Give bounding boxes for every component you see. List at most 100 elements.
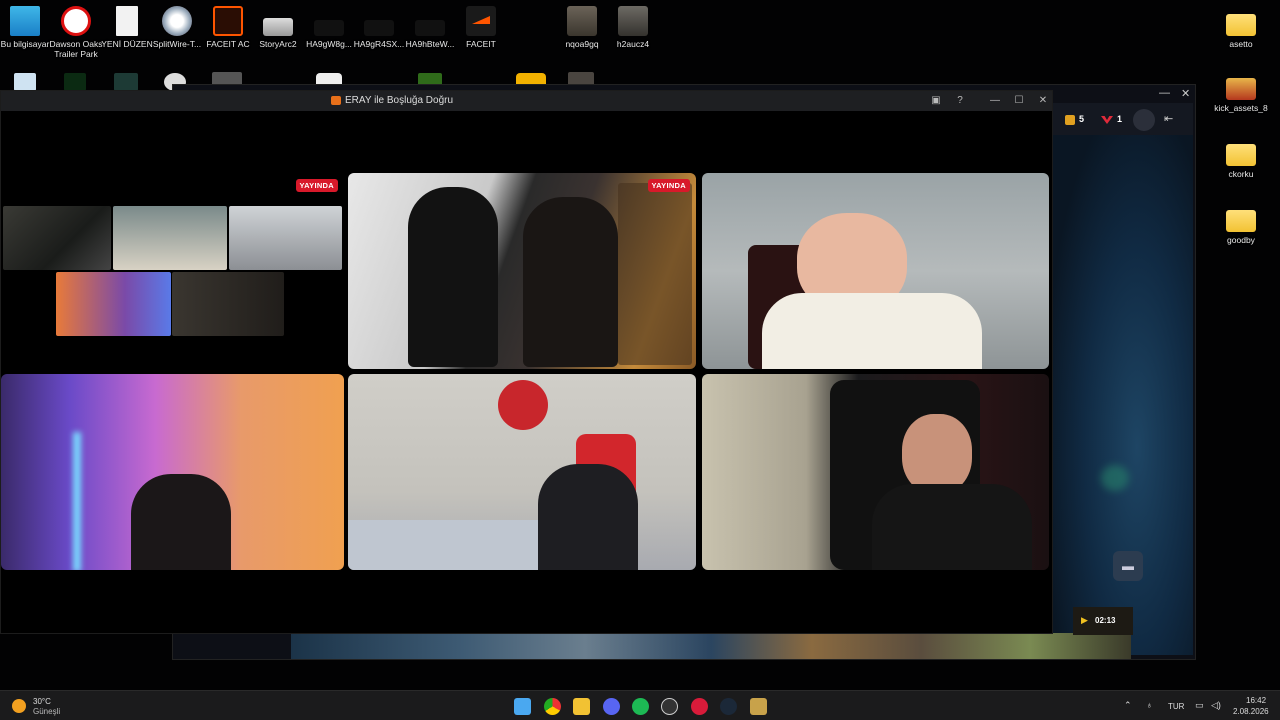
steam-icon[interactable] [720,698,737,715]
desktop-icon-ha9hbtew[interactable]: HA9hBteW... [402,6,458,49]
stage-window[interactable]: ERAY ile Boşluğa Doğru ▣ ? — ☐ ✕ YAYINDA… [0,90,1053,634]
video-tile-webcam-3[interactable] [348,374,696,570]
folder-icon [1226,14,1256,36]
video-timer[interactable]: ▶ 02:13 [1073,607,1133,635]
person [131,474,231,570]
recycle-bin-icon[interactable] [14,73,36,91]
desktop-icon-splitwire[interactable]: SplitWire-T... [149,6,205,49]
desktop-folder-kick-assets[interactable]: kick_assets_8 [1213,72,1269,113]
collapse-icon[interactable]: ⇤ [1164,112,1173,125]
video-tile-webcam-2[interactable] [1,374,344,570]
desktop-icon-this-pc[interactable]: Bu bilgisayar [0,6,53,49]
app-logo-icon [331,96,341,105]
viewers-icon [1065,115,1075,125]
sub-video-3 [229,206,342,270]
file-explorer-icon[interactable] [573,698,590,715]
spotify-icon[interactable] [632,698,649,715]
sub-video-2 [113,206,227,270]
weather-temp[interactable]: 30°C [33,697,51,706]
person [538,464,638,570]
photo-icon [618,6,648,36]
desktop: Bu bilgisayar Dawson Oaks Trailer Park Y… [0,0,1280,690]
clock-date[interactable]: 2.08.2026 [1233,707,1269,716]
desktop-icon-faceit-ac[interactable]: FACEIT AC [200,6,256,49]
minimize-button[interactable]: — [987,93,1003,109]
folder-icon [1226,78,1256,100]
video-tile-game-stream[interactable]: YAYINDA [348,173,696,369]
faceit-ac-icon [213,6,243,36]
image-file-icon [364,20,394,36]
soldier-silhouette [523,197,618,367]
folder-icon [1226,210,1256,232]
monitor-icon [10,6,40,36]
person-shirt [762,293,982,369]
windows-start-icon[interactable] [514,698,531,715]
sub-video-5 [172,272,284,336]
image-file-icon [314,20,344,36]
close-icon[interactable]: ✕ [1181,87,1190,100]
viewer-count: 5 [1079,114,1085,124]
weather-desc[interactable]: Güneşli [33,707,60,716]
minimize-icon[interactable]: — [1159,87,1170,99]
network-icon[interactable]: ▭ [1195,700,1204,711]
photo-icon [567,6,597,36]
close-button[interactable]: ✕ [1035,93,1051,109]
desktop-icon-nqoa9gq[interactable]: nqoa9gq [554,6,610,49]
chat-overlay [618,183,692,365]
inbox-icon[interactable]: ▣ [928,93,944,109]
obs-icon[interactable] [661,698,678,715]
sub-video-1 [3,206,111,270]
stream-preview-panel: ▬ [1053,135,1193,655]
desktop-folder-goodby[interactable]: goodby [1213,204,1269,245]
image-file-icon [263,18,293,36]
volume-icon[interactable]: ◁) [1211,700,1221,711]
person-shirt [872,484,1032,570]
app-icon[interactable] [114,73,138,91]
bed [348,520,538,570]
app-icon[interactable] [64,73,86,91]
maximize-button[interactable]: ☐ [1011,93,1027,109]
media-strip [291,633,1131,659]
clock-time[interactable]: 16:42 [1246,696,1266,705]
video-tile-webcam-4[interactable] [702,374,1049,570]
desktop-icon-dawson-oaks[interactable]: Dawson Oaks Trailer Park [48,6,104,59]
sub-video-4 [56,272,171,336]
desktop-icon-ha9gr4sx[interactable]: HA9gR4SX... [351,6,407,49]
live-badge: YAYINDA [295,179,338,192]
sun-icon [12,699,26,713]
video-tile-webcam-1[interactable] [702,173,1049,369]
help-icon[interactable]: ? [952,93,968,109]
desktop-folder-asetto[interactable]: asetto [1213,8,1269,49]
person [902,414,972,494]
globe-icon [162,6,192,36]
desktop-icon-ha9gw8g[interactable]: HA9gW8g... [301,6,357,49]
taskbar: 30°C Güneşli ⌃ ♁ TUR ▭ ◁) 16:42 2.08.202… [0,690,1280,720]
desktop-icon-faceit[interactable]: FACEIT [453,6,509,49]
soldier-silhouette [408,187,498,367]
league-icon[interactable] [750,698,767,715]
desktop-icon-storyarc2[interactable]: StoryArc2 [250,6,306,49]
desktop-icon-h2aucz4[interactable]: h2aucz4 [605,6,661,49]
microphone-icon[interactable]: ♁ [1146,700,1153,710]
profile-avatar-icon[interactable] [1133,109,1155,131]
window-title: ERAY ile Boşluğa Doğru [345,95,454,106]
app-red-icon[interactable] [691,698,708,715]
faceit-icon [466,6,496,36]
discord-icon[interactable] [603,698,620,715]
video-tile-grid-stream[interactable]: YAYINDA [1,173,344,369]
sub-count: 1 [1117,114,1123,124]
text-file-icon [116,6,138,36]
language-indicator[interactable]: TUR [1168,702,1184,711]
chrome-icon[interactable] [544,698,561,715]
camera-icon[interactable]: ▬ [1113,551,1143,581]
subs-icon [1101,116,1113,124]
image-file-icon [415,20,445,36]
play-icon: ▶ [1081,615,1088,625]
wall-logo [498,380,548,430]
desktop-folder-ckorku[interactable]: ckorku [1213,138,1269,179]
desktop-icon-yeni-duzen[interactable]: YENİ DÜZEN [99,6,155,49]
titlebar: ERAY ile Boşluğa Doğru ▣ ? — ☐ ✕ [1,91,1052,111]
chevron-up-icon[interactable]: ⌃ [1124,700,1132,711]
no-entry-icon [61,6,91,36]
folder-icon [1226,144,1256,166]
